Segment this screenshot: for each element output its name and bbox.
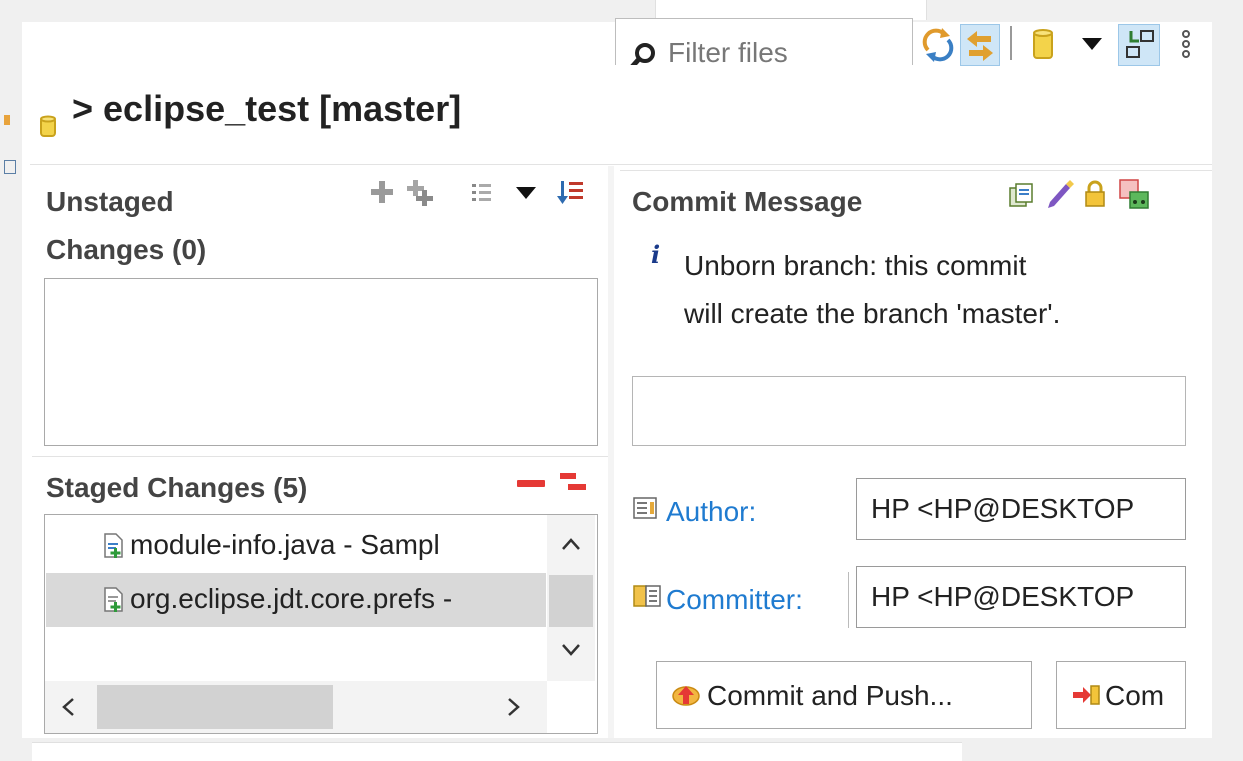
- staged-file-label: org.eclipse.jdt.core.prefs -: [130, 583, 453, 614]
- author-label[interactable]: Author:: [666, 496, 756, 528]
- staged-title: Staged Changes (5): [46, 472, 308, 503]
- committer-label[interactable]: Committer:: [666, 584, 803, 616]
- refresh-icon[interactable]: [920, 24, 956, 64]
- unstaged-title-line2: Changes (0): [46, 234, 207, 265]
- staged-changes-list[interactable]: module-info.java - Sampl org.eclipse.jdt…: [44, 514, 598, 734]
- toolbar-separator: [1010, 26, 1012, 60]
- scroll-down-arrow-icon[interactable]: [561, 643, 581, 657]
- commit-icon: [1073, 685, 1100, 705]
- commit-and-push-label: Commit and Push...: [707, 680, 953, 711]
- add-signed-off-by-icon[interactable]: [1008, 182, 1036, 208]
- commit-top-divider: [620, 170, 1212, 171]
- list-item[interactable]: module-info.java - Sampl: [46, 519, 546, 573]
- file-add-icon: [104, 587, 123, 612]
- pane-splitter[interactable]: [608, 166, 614, 738]
- sort-icon[interactable]: [556, 178, 586, 206]
- push-upload-icon: [672, 686, 700, 706]
- commit-button[interactable]: Com: [1056, 661, 1186, 729]
- stage-all-icon[interactable]: [404, 178, 436, 208]
- more-options-icon[interactable]: [1176, 24, 1196, 64]
- committer-icon: [633, 585, 661, 607]
- right-gutter: [1212, 0, 1243, 760]
- commit-label: Com: [1105, 680, 1165, 711]
- unstage-selected-icon[interactable]: [516, 476, 546, 492]
- commit-message-title: Commit Message: [632, 186, 863, 217]
- bottom-tab-edge: [32, 742, 962, 761]
- search-icon: [630, 43, 655, 65]
- scrollbar-corner: [547, 681, 595, 733]
- unborn-branch-info-line2: will create the branch 'master'.: [684, 298, 1061, 329]
- link-with-selection-icon: [967, 31, 993, 61]
- vertical-scroll-thumb[interactable]: [549, 575, 593, 627]
- horizontal-scroll-thumb[interactable]: [97, 685, 333, 729]
- add-change-id-icon[interactable]: [1118, 178, 1152, 212]
- filter-files-input[interactable]: Filter files: [615, 18, 913, 65]
- vertical-scrollbar[interactable]: [547, 515, 595, 681]
- left-gutter-icon: [4, 115, 10, 125]
- scroll-up-arrow-icon[interactable]: [561, 537, 581, 551]
- unstaged-staged-divider: [32, 456, 608, 457]
- list-view-icon[interactable]: [470, 180, 494, 206]
- info-icon: i: [651, 240, 661, 269]
- scroll-right-arrow-icon[interactable]: [507, 697, 521, 717]
- top-strip: [0, 0, 1243, 10]
- horizontal-scrollbar[interactable]: [45, 681, 547, 733]
- committer-label-separator: [848, 572, 849, 628]
- sign-commit-lock-icon[interactable]: [1082, 180, 1108, 208]
- scroll-left-arrow-icon[interactable]: [61, 697, 75, 717]
- unstaged-menu-dropdown-icon[interactable]: [514, 180, 538, 206]
- unborn-branch-info-line1: Unborn branch: this commit: [684, 250, 1027, 281]
- commit-and-push-button[interactable]: Commit and Push...: [656, 661, 1032, 729]
- layout-icon: [1126, 30, 1154, 58]
- author-field[interactable]: HP <HP@DESKTOP: [856, 478, 1186, 540]
- unstaged-changes-list[interactable]: [44, 278, 598, 446]
- left-gutter: [0, 0, 22, 760]
- view-tab-area: [655, 0, 927, 20]
- commit-message-textarea[interactable]: [632, 376, 1186, 446]
- author-value: HP <HP@DESKTOP: [871, 493, 1135, 524]
- author-icon: [633, 497, 657, 519]
- repository-small-icon: [40, 115, 56, 137]
- list-item[interactable]: org.eclipse.jdt.core.prefs -: [46, 573, 546, 627]
- java-file-add-icon: [104, 533, 123, 558]
- link-selection-toggle[interactable]: [960, 24, 1000, 66]
- filter-files-placeholder: Filter files: [668, 37, 788, 65]
- repository-icon[interactable]: [1030, 24, 1056, 64]
- amend-edit-icon[interactable]: [1044, 180, 1074, 208]
- left-gutter-icon-2: [4, 160, 16, 174]
- unstaged-title-line1: Unstaged: [46, 186, 174, 217]
- committer-value: HP <HP@DESKTOP: [871, 581, 1135, 612]
- repository-heading: > eclipse_test [master]: [72, 88, 462, 129]
- staged-file-label: module-info.java - Sampl: [130, 529, 440, 560]
- view-menu-dropdown-icon[interactable]: [1080, 24, 1104, 64]
- header-divider: [30, 164, 1212, 165]
- stage-selected-icon[interactable]: [368, 178, 396, 206]
- presentation-toggle[interactable]: [1118, 24, 1160, 66]
- committer-field[interactable]: HP <HP@DESKTOP: [856, 566, 1186, 628]
- unstage-all-icon[interactable]: [558, 470, 588, 496]
